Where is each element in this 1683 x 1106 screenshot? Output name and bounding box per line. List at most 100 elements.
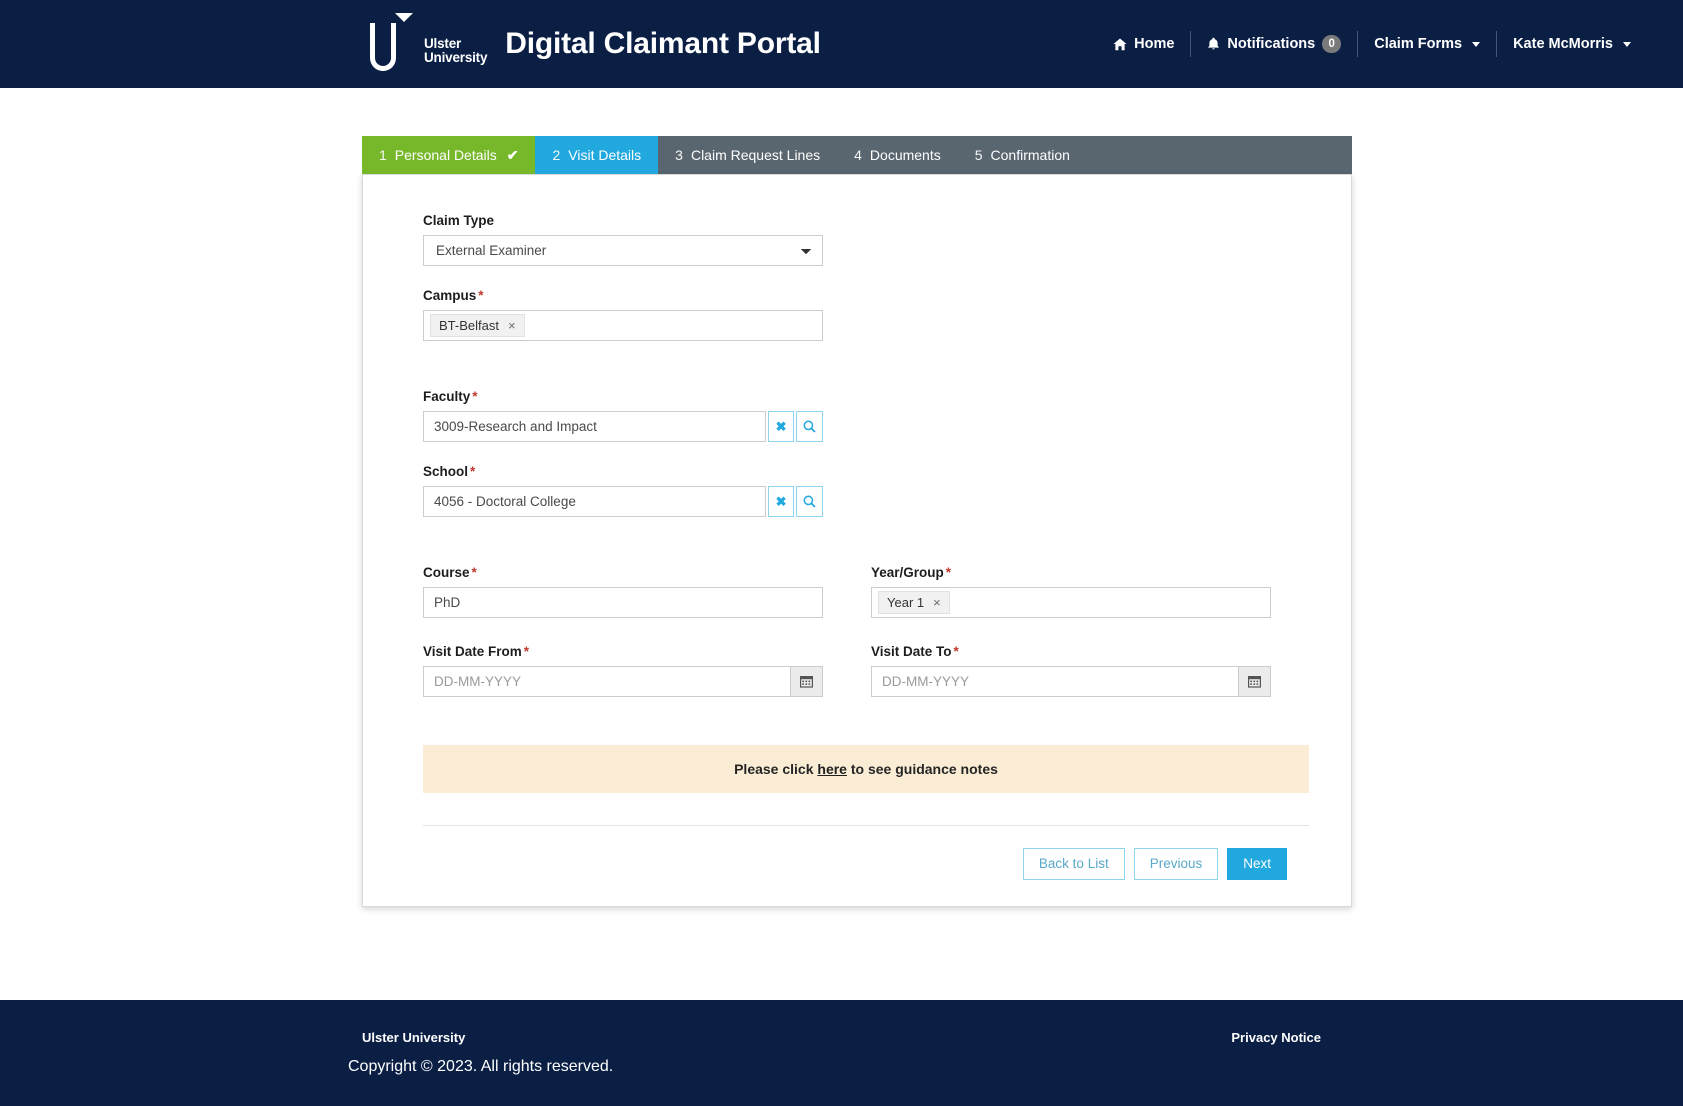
school-search-button[interactable] [796,486,823,517]
actions-divider [423,825,1309,826]
notice-prefix: Please click [734,761,818,777]
clear-icon: ✖ [775,418,787,434]
visit-date-from-row [423,666,823,697]
field-claim-type: Claim Type External Examiner [423,213,1309,266]
visit-date-from-label-text: Visit Date From [423,644,522,659]
search-icon [803,495,816,508]
nav-claim-forms-label: Claim Forms [1374,36,1463,52]
nav-notifications[interactable]: Notifications 0 [1191,35,1357,53]
logo-wordmark: Ulster University [424,23,487,65]
clear-icon: ✖ [775,493,787,509]
step-number: 4 [854,147,862,163]
next-button[interactable]: Next [1227,848,1287,881]
step-number: 1 [379,147,387,163]
year-group-label-text: Year/Group [871,565,944,580]
page-title: Digital Claimant Portal [505,27,821,60]
step-number: 5 [974,147,983,163]
nav-user-menu[interactable]: Kate McMorris [1497,36,1647,52]
field-visit-date-from: Visit Date From * [423,644,823,697]
school-input[interactable] [423,486,766,517]
page-body: 1 Personal Details ✔ 2 Visit Details 3 C… [0,88,1683,1000]
course-label-text: Course [423,565,470,580]
notifications-badge: 0 [1322,35,1342,53]
required-marker: * [945,565,952,580]
field-visit-date-to: Visit Date To * [871,644,1271,697]
required-marker: * [953,644,959,659]
required-marker: * [471,565,477,580]
logo-line-2: University [424,50,488,65]
year-group-label: Year/Group * [871,565,1271,580]
nav-claim-forms[interactable]: Claim Forms [1358,36,1496,52]
wizard-container: 1 Personal Details ✔ 2 Visit Details 3 C… [362,136,1352,908]
step-number: 2 [552,147,561,163]
form-actions: Back to List Previous Next [423,848,1309,881]
calendar-icon [1247,675,1261,688]
nav-user-label: Kate McMorris [1513,36,1613,52]
wizard-stepper: 1 Personal Details ✔ 2 Visit Details 3 C… [362,136,1352,174]
visit-date-to-calendar-button[interactable] [1237,666,1271,697]
guidance-notes-link[interactable]: here [817,761,847,777]
campus-label-text: Campus [423,288,477,303]
step-documents[interactable]: 4 Documents [837,136,958,174]
campus-chip: BT-Belfast × [430,314,525,337]
visit-date-to-label-text: Visit Date To [871,644,952,659]
faculty-search-button[interactable] [796,411,823,442]
search-icon [803,420,816,433]
footer-org-name: Ulster University [362,1030,466,1045]
nav-home[interactable]: Home [1097,36,1190,52]
check-icon: ✔ [506,146,519,163]
visit-date-to-input[interactable] [871,666,1238,697]
step-label: Claim Request Lines [690,147,821,163]
step-personal-details[interactable]: 1 Personal Details ✔ [362,136,536,174]
logo-line-1: Ulster [424,35,462,51]
faculty-clear-button[interactable]: ✖ [767,411,795,442]
step-label: Documents [869,147,941,163]
notice-suffix: to see guidance notes [846,761,998,777]
remove-chip-icon[interactable]: × [508,319,516,332]
remove-chip-icon[interactable]: × [933,596,941,609]
visit-date-from-label: Visit Date From * [423,644,823,659]
faculty-label: Faculty * [423,389,1309,404]
step-label: Confirmation [990,147,1070,163]
field-course: Course * [423,565,823,618]
step-label: Visit Details [568,147,642,163]
chevron-down-icon [1472,41,1481,47]
required-marker: * [478,288,484,303]
step-confirmation[interactable]: 5 Confirmation [958,136,1087,174]
back-to-list-button[interactable]: Back to List [1022,848,1125,881]
faculty-label-text: Faculty [423,389,471,404]
previous-button[interactable]: Previous [1133,848,1219,881]
chevron-down-icon [1623,41,1631,47]
bell-icon [1207,37,1220,51]
visit-date-from-input[interactable] [423,666,790,697]
year-group-tag-input[interactable]: Year 1 × [871,587,1271,618]
visit-dates-row: Visit Date From * DD-MM-YYYY Visit Date … [423,644,1309,697]
privacy-notice-link[interactable]: Privacy Notice [1231,1030,1321,1045]
visit-date-to-row [871,666,1271,697]
campus-tag-input[interactable]: BT-Belfast × [423,310,823,341]
guidance-notes-banner: Please click here to see guidance notes [423,745,1309,793]
visit-date-from-calendar-button[interactable] [789,666,823,697]
nav-notifications-label: Notifications [1227,36,1316,52]
home-icon [1113,38,1127,51]
campus-label: Campus * [423,288,1309,303]
year-group-chip: Year 1 × [878,591,950,614]
faculty-input[interactable] [423,411,766,442]
field-faculty: Faculty* ✖ [423,389,1309,442]
step-claim-request-lines[interactable]: 3 Claim Request Lines [658,136,837,174]
main-navigation: Home Notifications 0 Claim Forms Kate Mc… [1097,31,1647,57]
year-group-chip-label: Year 1 [887,595,925,610]
claim-type-select[interactable]: External Examiner [423,235,823,266]
course-label: Course * [423,565,823,580]
campus-chip-label: BT-Belfast [439,318,499,333]
required-marker: * [523,644,530,659]
course-year-row: Course* Year/Group* Year 1 × [423,565,1309,618]
school-clear-button[interactable]: ✖ [767,486,795,517]
faculty-lookup-row: ✖ [423,411,823,442]
step-visit-details[interactable]: 2 Visit Details [535,136,659,174]
visit-date-to-label: Visit Date To * [871,644,1271,659]
brand-logo[interactable]: Ulster University [362,11,505,77]
claim-type-label: Claim Type [423,213,1309,228]
course-input[interactable] [423,587,823,618]
field-school: School* ✖ [423,464,1309,517]
